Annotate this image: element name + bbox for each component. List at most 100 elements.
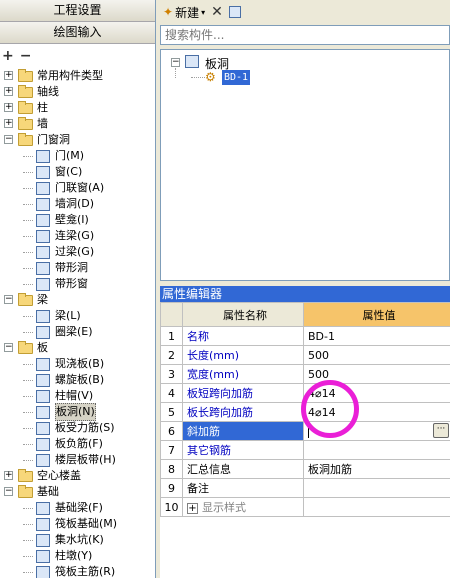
tree-item[interactable]: 带形窗 xyxy=(23,276,88,292)
tree-folder[interactable]: + 墙 xyxy=(4,116,48,132)
property-value-text: 500 xyxy=(308,367,329,381)
collapse-icon[interactable]: − xyxy=(4,135,13,144)
tree-folder[interactable]: − 基础 xyxy=(4,484,59,500)
property-name-text: 汇总信息 xyxy=(187,463,231,476)
tree-item[interactable]: 柱帽(V) xyxy=(23,388,93,404)
row-number: 3 xyxy=(160,364,183,384)
tree-item[interactable]: 螺旋板(B) xyxy=(23,372,104,388)
expand-icon[interactable]: + xyxy=(4,471,13,480)
tree-item[interactable]: 板洞(N) xyxy=(23,403,96,421)
collapse-icon[interactable]: − xyxy=(4,343,13,352)
tree-item-bd1[interactable]: BD-1 xyxy=(222,70,251,85)
tree-item[interactable]: 窗(C) xyxy=(23,164,82,180)
tree-item[interactable]: 门(M) xyxy=(23,148,85,164)
tree-folder[interactable]: + 空心楼盖 xyxy=(4,468,81,484)
property-row[interactable]: 10 + 显示样式 xyxy=(160,497,450,517)
tree-label: 板 xyxy=(37,341,48,354)
tree-item[interactable]: 楼层板带(H) xyxy=(23,452,116,468)
tree-label: 筏板基础(M) xyxy=(55,517,118,530)
tree-label: 基础梁(F) xyxy=(55,501,103,514)
row-number: 9 xyxy=(160,478,183,498)
property-value[interactable]: 500 xyxy=(303,345,450,365)
tree-item[interactable]: 集水坑(K) xyxy=(23,532,104,548)
tree-label: 门联窗(A) xyxy=(55,181,105,194)
link-beam-icon xyxy=(36,229,50,243)
tree-label: 梁 xyxy=(37,293,48,306)
tree-root-expander[interactable]: − xyxy=(171,58,180,67)
raft-icon xyxy=(36,517,50,531)
tree-folder[interactable]: + 柱 xyxy=(4,100,48,116)
expand-icon[interactable]: + xyxy=(187,503,198,514)
property-value[interactable] xyxy=(303,440,450,460)
tree-label: 门(M) xyxy=(55,149,85,162)
collapse-icon[interactable]: − xyxy=(4,487,13,496)
property-name: 板长跨向加筋 xyxy=(182,402,304,422)
copy-icon[interactable] xyxy=(228,6,241,18)
tree-item[interactable]: 基础梁(F) xyxy=(23,500,103,516)
niche-icon xyxy=(36,213,50,227)
tree-item[interactable]: 现浇板(B) xyxy=(23,356,104,372)
gear-icon: ⚙ xyxy=(205,70,216,84)
property-value[interactable]: BD-1 xyxy=(303,326,450,346)
new-component-button[interactable]: ✦ 新建 ▾ xyxy=(163,4,205,21)
tree-item[interactable]: 门联窗(A) xyxy=(23,180,105,196)
strip-window-icon xyxy=(36,277,50,291)
tree-item[interactable]: 筏板基础(M) xyxy=(23,516,118,532)
dropdown-arrow-icon: ▾ xyxy=(201,7,206,17)
project-settings-tab[interactable]: 工程设置 xyxy=(0,0,155,22)
property-row[interactable]: 1 名称 BD-1 xyxy=(160,326,450,346)
delete-icon[interactable]: ✕ xyxy=(211,4,223,20)
property-row[interactable]: 9 备注 xyxy=(160,478,450,498)
tree-item[interactable]: 梁(L) xyxy=(23,308,81,324)
ring-beam-icon xyxy=(36,325,50,339)
pier-icon xyxy=(36,549,50,563)
property-row[interactable]: 7 其它钢筋 xyxy=(160,440,450,460)
col-header-value: 属性值 xyxy=(303,302,450,327)
property-value[interactable]: 板洞加筋 xyxy=(303,459,450,479)
drawing-input-tab[interactable]: 绘图输入 xyxy=(0,22,155,44)
folder-icon xyxy=(18,132,33,146)
tree-folder[interactable]: − 门窗洞 xyxy=(4,132,70,148)
collapse-all-icon[interactable]: − xyxy=(20,48,32,64)
row-number: 2 xyxy=(160,345,183,365)
tree-item[interactable]: 过梁(G) xyxy=(23,244,95,260)
tree-item[interactable]: 圈梁(E) xyxy=(23,324,93,340)
tree-folder[interactable]: + 常用构件类型 xyxy=(4,68,103,84)
tree-folder[interactable]: + 轴线 xyxy=(4,84,59,100)
expand-icon[interactable]: + xyxy=(4,71,13,80)
new-label: 新建 xyxy=(175,5,200,20)
tree-folder[interactable]: − 梁 xyxy=(4,292,48,308)
door-window-icon xyxy=(36,181,50,195)
search-input[interactable]: 搜索构件... xyxy=(160,25,450,45)
property-name: + 显示样式 xyxy=(182,497,304,517)
expand-icon[interactable]: + xyxy=(4,103,13,112)
expand-icon[interactable]: + xyxy=(4,119,13,128)
property-value[interactable] xyxy=(303,478,450,498)
tree-item[interactable]: 墙洞(D) xyxy=(23,196,94,212)
property-name-text: 长度(mm) xyxy=(187,349,240,362)
tree-item[interactable]: 筏板主筋(R) xyxy=(23,564,115,578)
tree-item[interactable]: 壁龛(I) xyxy=(23,212,89,228)
property-name: 宽度(mm) xyxy=(182,364,304,384)
expand-all-icon[interactable]: + xyxy=(2,48,14,64)
corner-cell xyxy=(160,302,183,327)
right-toolbar: ✦ 新建 ▾ ✕ xyxy=(157,0,450,24)
tree-item[interactable]: 连梁(G) xyxy=(23,228,94,244)
folder-icon xyxy=(18,340,33,354)
tree-item[interactable]: 柱墩(Y) xyxy=(23,548,93,564)
property-row[interactable]: 8 汇总信息 板洞加筋 xyxy=(160,459,450,479)
property-row[interactable]: 2 长度(mm) 500 xyxy=(160,345,450,365)
tree-item[interactable]: 板负筋(F) xyxy=(23,436,103,452)
expand-icon[interactable]: + xyxy=(4,87,13,96)
collapse-icon[interactable]: − xyxy=(4,295,13,304)
ellipsis-button[interactable]: ··· xyxy=(433,423,449,438)
property-value[interactable] xyxy=(303,497,450,517)
tree-label: 墙 xyxy=(37,117,48,130)
tree-item[interactable]: 带形洞 xyxy=(23,260,88,276)
tree-label: 过梁(G) xyxy=(55,245,95,258)
tree-folder[interactable]: − 板 xyxy=(4,340,48,356)
property-value-text: 500 xyxy=(308,348,329,362)
tree-item[interactable]: 板受力筋(S) xyxy=(23,420,115,436)
property-row[interactable]: 3 宽度(mm) 500 xyxy=(160,364,450,384)
tree-label: 柱墩(Y) xyxy=(55,549,93,562)
